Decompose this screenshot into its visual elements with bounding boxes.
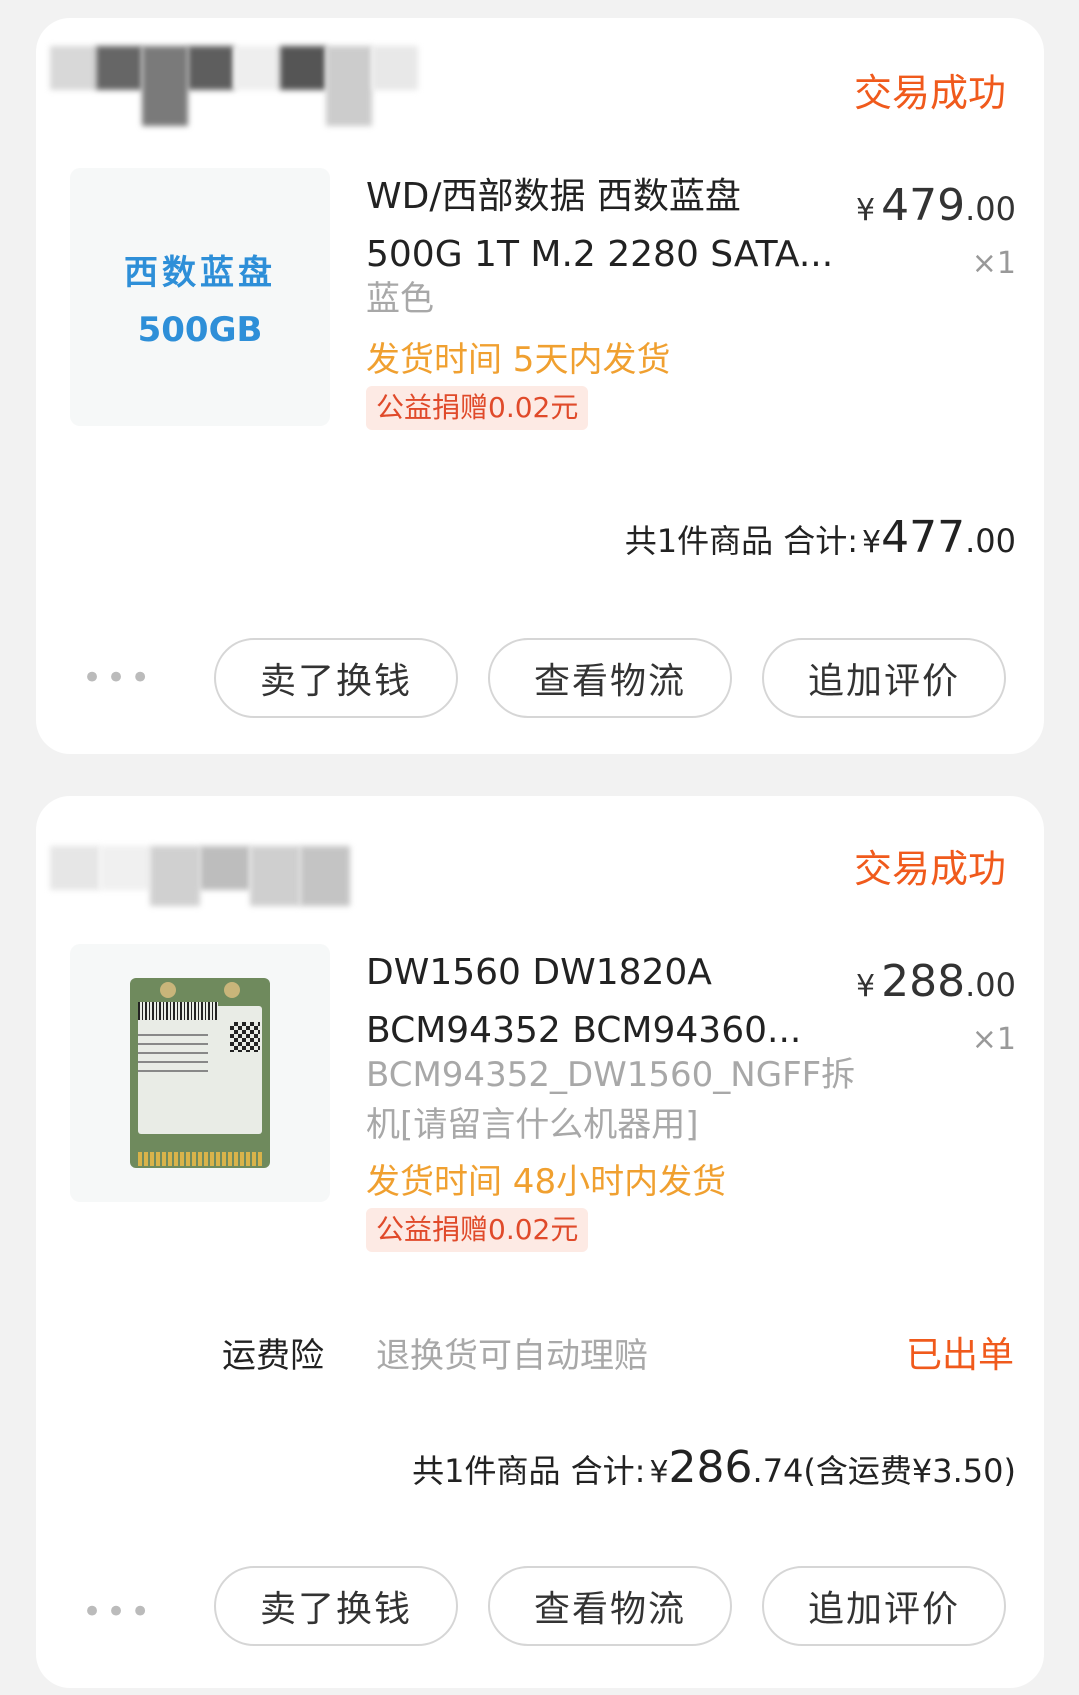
currency-symbol: ¥: [856, 969, 876, 1004]
price-integer: 288: [881, 956, 966, 1007]
product-title[interactable]: DW1560 DW1820A BCM94352 BCM94360...: [366, 944, 836, 1060]
sku-spec-line: 机[请留言什么机器用]: [366, 1105, 699, 1145]
store-name-blurred[interactable]: [50, 846, 350, 926]
order-total: 共1件商品 合计: ¥286.74(含运费¥3.50): [412, 1442, 1016, 1493]
shipping-insurance-status[interactable]: 已出单: [906, 1326, 1014, 1378]
currency-symbol: ¥: [862, 525, 882, 560]
total-decimal: .00: [965, 522, 1016, 560]
price-integer: 479: [881, 180, 966, 231]
ship-time: 发货时间 48小时内发货: [366, 1162, 727, 1202]
thumb-capacity-text: 500GB: [137, 309, 263, 350]
product-title-line: DW1560 DW1820A: [366, 952, 712, 993]
sell-button[interactable]: 卖了换钱: [214, 1566, 458, 1646]
order-card[interactable]: 交易成功 DW1560 DW1820A BCM94352 BCM94360...…: [36, 796, 1044, 1688]
unit-price: ¥479.00: [856, 180, 1016, 231]
total-label: 共1件商品 合计:: [624, 522, 859, 560]
charity-badge: 公益捐赠0.02元: [366, 1208, 589, 1252]
wifi-card-image: [130, 978, 270, 1168]
more-options-icon[interactable]: •••: [82, 1592, 154, 1632]
ship-time: 发货时间 5天内发货: [366, 340, 671, 380]
currency-symbol: ¥: [856, 193, 876, 228]
product-thumbnail[interactable]: [70, 944, 330, 1202]
total-integer: 477: [881, 512, 966, 563]
order-status: 交易成功: [853, 847, 1006, 891]
price-decimal: .00: [965, 190, 1016, 228]
shipping-insurance-desc: 退换货可自动理赔: [376, 1336, 648, 1376]
product-title[interactable]: WD/西部数据 西数蓝盘 500G 1T M.2 2280 SATA...: [366, 168, 836, 284]
order-total: 共1件商品 合计: ¥477.00: [625, 512, 1016, 563]
more-options-icon[interactable]: •••: [82, 658, 154, 698]
order-status: 交易成功: [853, 71, 1006, 115]
add-review-button[interactable]: 追加评价: [762, 638, 1006, 718]
product-title-line: 500G 1T M.2 2280 SATA...: [366, 234, 834, 275]
store-name-blurred[interactable]: [50, 46, 418, 126]
price-decimal: .00: [965, 966, 1016, 1004]
total-label: 共1件商品 合计:: [412, 1452, 646, 1490]
charity-badge: 公益捐赠0.02元: [366, 386, 589, 430]
add-review-button[interactable]: 追加评价: [762, 1566, 1006, 1646]
currency-symbol: ¥: [649, 1455, 669, 1490]
shipping-fee-note: (含运费¥3.50): [803, 1452, 1016, 1490]
sku-spec: BCM94352_DW1560_NGFF拆 机[请留言什么机器用]: [366, 1050, 855, 1150]
view-logistics-button[interactable]: 查看物流: [488, 638, 732, 718]
sku-spec: 蓝色: [366, 279, 434, 319]
total-decimal: .74: [752, 1452, 804, 1490]
sku-spec-line: BCM94352_DW1560_NGFF拆: [366, 1055, 856, 1095]
product-thumbnail[interactable]: 西数蓝盘 500GB: [70, 168, 330, 426]
thumb-brand-text: 西数蓝盘: [124, 252, 276, 293]
view-logistics-button[interactable]: 查看物流: [488, 1566, 732, 1646]
unit-price: ¥288.00: [856, 956, 1016, 1007]
quantity: ×1: [971, 246, 1016, 281]
order-card[interactable]: 交易成功 西数蓝盘 500GB WD/西部数据 西数蓝盘 500G 1T M.2…: [36, 18, 1044, 754]
shipping-insurance-label: 运费险: [222, 1336, 324, 1376]
sell-button[interactable]: 卖了换钱: [214, 638, 458, 718]
quantity: ×1: [971, 1022, 1016, 1057]
product-title-line: WD/西部数据 西数蓝盘: [366, 176, 741, 217]
total-integer: 286: [668, 1442, 753, 1493]
